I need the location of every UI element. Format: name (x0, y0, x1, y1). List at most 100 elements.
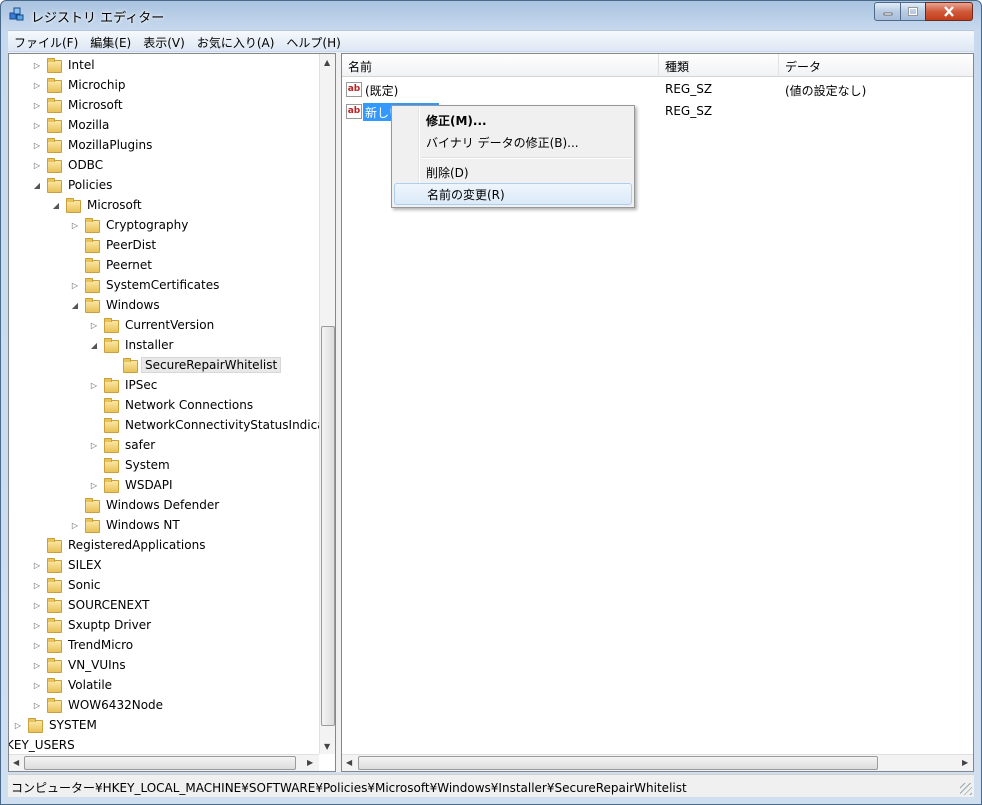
scroll-up-icon[interactable]: ▲ (324, 58, 330, 67)
tree-node[interactable]: ▷ CurrentVersion (89, 315, 217, 335)
context-modify[interactable]: 修正(M)... (394, 109, 632, 131)
list-horizontal-scrollbar[interactable]: ◀ ▶ (342, 754, 973, 771)
tree-node-label: TrendMicro (68, 638, 134, 652)
tree-node[interactable]: ▷ SYSTEM (13, 715, 100, 735)
tree-node[interactable]: ▷ Windows NT (70, 515, 183, 535)
tree-node[interactable]: ▷ Cryptography (70, 215, 191, 235)
tree-line-icon (70, 240, 80, 250)
tree-node[interactable]: ▷ MozillaPlugins (32, 135, 155, 155)
tree-node[interactable]: Peernet (70, 255, 155, 275)
collapsed-arrow-icon[interactable]: ▷ (32, 160, 42, 170)
collapsed-arrow-icon[interactable]: ▷ (89, 380, 99, 390)
folder-icon (46, 618, 62, 633)
tree-node[interactable]: ▷ Mozilla (32, 115, 112, 135)
tree-node[interactable]: System (89, 455, 173, 475)
scroll-left-icon[interactable]: ◀ (13, 758, 19, 767)
list-horizontal-scroll-thumb[interactable] (358, 756, 878, 770)
collapsed-arrow-icon[interactable]: ▷ (32, 620, 42, 630)
tree-vertical-scroll-thumb[interactable] (321, 326, 335, 726)
scroll-down-icon[interactable]: ▼ (324, 742, 330, 751)
collapsed-arrow-icon[interactable]: ▷ (32, 560, 42, 570)
collapsed-arrow-icon[interactable]: ▷ (70, 220, 80, 230)
collapsed-arrow-icon[interactable]: ▷ (32, 640, 42, 650)
tree-node[interactable]: ◢ Windows (70, 295, 163, 315)
tree-node[interactable]: ▷ IPSec (89, 375, 160, 395)
column-header-type[interactable]: 種類 (659, 54, 779, 77)
tree-node[interactable]: ▷ Sonic (32, 575, 104, 595)
tree-horizontal-scroll-thumb[interactable] (24, 756, 296, 770)
folder-icon (84, 498, 100, 513)
collapsed-arrow-icon[interactable]: ▷ (89, 480, 99, 490)
tree-node[interactable]: ▷ Sxuptp Driver (32, 615, 154, 635)
collapsed-arrow-icon[interactable]: ▷ (89, 440, 99, 450)
expanded-arrow-icon[interactable]: ◢ (70, 300, 80, 310)
maximize-button[interactable] (900, 2, 926, 21)
tree-node[interactable]: Network Connections (89, 395, 256, 415)
tree-node[interactable]: ▷ Volatile (32, 675, 115, 695)
collapsed-arrow-icon[interactable]: ▷ (32, 660, 42, 670)
menu-help[interactable]: ヘルプ(H) (280, 31, 346, 51)
resize-grip-icon[interactable] (960, 783, 972, 795)
title-bar[interactable]: レジストリ エディター (1, 1, 981, 29)
collapsed-arrow-icon[interactable]: ▷ (32, 680, 42, 690)
collapsed-arrow-icon[interactable]: ▷ (70, 280, 80, 290)
collapsed-arrow-icon[interactable]: ▷ (32, 700, 42, 710)
tree-node[interactable]: ▷ VN_VUIns (32, 655, 129, 675)
tree-node-label: Network Connections (125, 398, 254, 412)
tree-node[interactable]: ◢ Installer (89, 335, 176, 355)
collapsed-arrow-icon[interactable]: ▷ (32, 100, 42, 110)
tree-line-icon (89, 460, 99, 470)
collapsed-arrow-icon[interactable]: ▷ (32, 60, 42, 70)
tree-node[interactable]: ▷ Microchip (32, 75, 128, 95)
collapsed-arrow-icon[interactable]: ▷ (89, 320, 99, 330)
minimize-button[interactable] (874, 2, 901, 21)
value-row-default[interactable]: ab (既定) REG_SZ (値の設定なし) (342, 79, 973, 101)
tree-node[interactable]: HKEY_USERS (9, 735, 78, 754)
tree-node[interactable]: ▷ Intel (32, 55, 98, 75)
collapsed-arrow-icon[interactable]: ▷ (32, 140, 42, 150)
key-tree-pane[interactable]: ▷ Intel ▷ Microchip ▷ Microsoft ▷ Mozilla ▷ Mozil… (8, 53, 336, 772)
tree-node[interactable]: ◢ Policies (32, 175, 115, 195)
tree-horizontal-scrollbar[interactable]: ◀ ▶ (9, 754, 319, 771)
tree-node[interactable]: ◢ Microsoft (51, 195, 145, 215)
tree-node[interactable]: ▷ SOURCENEXT (32, 595, 152, 615)
tree-node[interactable]: ▷ SystemCertificates (70, 275, 222, 295)
tree-node[interactable]: ▷ WOW6432Node (32, 695, 166, 715)
tree-node[interactable]: ▷ SILEX (32, 555, 105, 575)
tree-node[interactable]: RegisteredApplications (32, 535, 208, 555)
collapsed-arrow-icon[interactable]: ▷ (32, 120, 42, 130)
context-rename[interactable]: 名前の変更(R) (394, 183, 632, 205)
collapsed-arrow-icon[interactable]: ▷ (32, 580, 42, 590)
tree-node[interactable]: PeerDist (70, 235, 159, 255)
tree-node[interactable]: ▷ safer (89, 435, 158, 455)
tree-node[interactable]: ▷ ODBC (32, 155, 106, 175)
key-tree[interactable]: ▷ Intel ▷ Microchip ▷ Microsoft ▷ Mozilla ▷ Mozil… (9, 54, 319, 754)
tree-node[interactable]: ▷ TrendMicro (32, 635, 136, 655)
scroll-left-icon[interactable]: ◀ (346, 758, 352, 767)
context-modify-binary[interactable]: バイナリ データの修正(B)... (394, 131, 632, 153)
scroll-right-icon[interactable]: ▶ (962, 758, 968, 767)
column-header-name[interactable]: 名前 (342, 54, 659, 77)
expanded-arrow-icon[interactable]: ◢ (51, 200, 61, 210)
tree-node[interactable]: NetworkConnectivityStatusIndicator (89, 415, 319, 435)
tree-node[interactable]: Windows Defender (70, 495, 222, 515)
column-header-data[interactable]: データ (779, 54, 973, 77)
tree-vertical-scrollbar[interactable]: ▲ ▼ (319, 54, 335, 754)
menu-view[interactable]: 表示(V) (137, 31, 191, 51)
menu-edit[interactable]: 編集(E) (84, 31, 137, 51)
collapsed-arrow-icon[interactable]: ▷ (70, 520, 80, 530)
close-button[interactable] (925, 2, 973, 21)
scroll-right-icon[interactable]: ▶ (307, 758, 313, 767)
expanded-arrow-icon[interactable]: ◢ (89, 340, 99, 350)
collapsed-arrow-icon[interactable]: ▷ (32, 600, 42, 610)
tree-node[interactable]: ▷ WSDAPI (89, 475, 176, 495)
context-delete[interactable]: 削除(D) (394, 161, 632, 183)
menu-favorites[interactable]: お気に入り(A) (191, 31, 281, 51)
tree-node[interactable]: ▷ Microsoft (32, 95, 126, 115)
collapsed-arrow-icon[interactable]: ▷ (32, 80, 42, 90)
collapsed-arrow-icon[interactable]: ▷ (13, 720, 23, 730)
expanded-arrow-icon[interactable]: ◢ (32, 180, 42, 190)
tree-node[interactable]: SecureRepairWhitelist (108, 355, 282, 375)
close-icon (944, 6, 954, 17)
menu-file[interactable]: ファイル(F) (8, 31, 84, 51)
